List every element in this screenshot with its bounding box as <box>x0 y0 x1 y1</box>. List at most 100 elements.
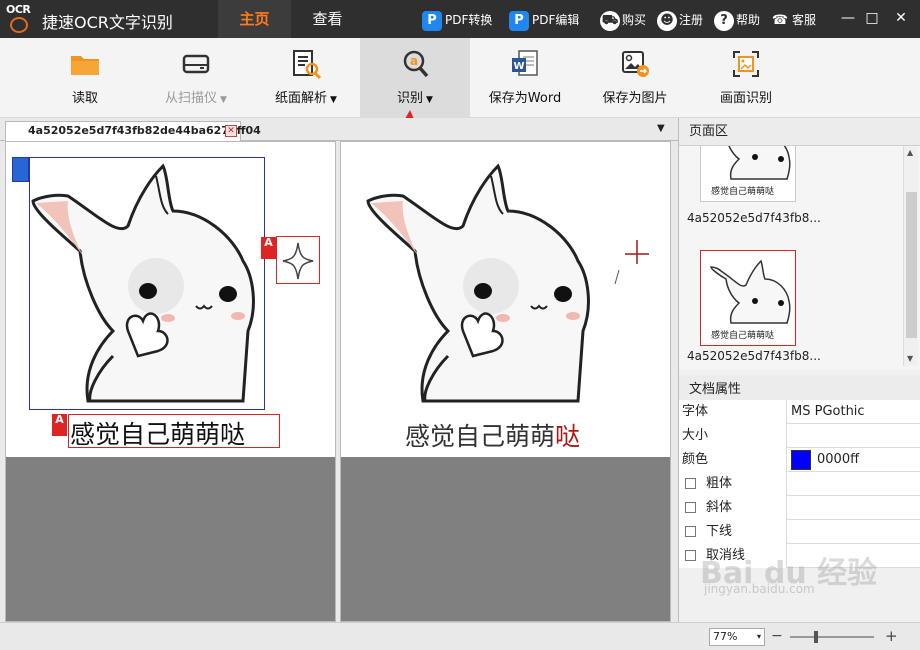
read-label: 读取 <box>71 91 98 106</box>
phone-icon: ☎ <box>771 12 789 28</box>
scroll-down-icon[interactable]: ▼ <box>907 354 913 363</box>
support-label: 客服 <box>792 13 817 27</box>
underline-checkbox[interactable] <box>685 526 696 537</box>
thumbnails-scrollbar[interactable]: ▲ ▼ <box>903 146 918 366</box>
bold-field: 粗体 <box>679 472 787 496</box>
color-row[interactable]: 颜色 0000ff <box>679 448 920 472</box>
text-region-icon[interactable]: A <box>261 237 276 259</box>
support-link[interactable]: ☎ 客服 <box>770 9 816 31</box>
tab-list-dropdown[interactable]: ▼ <box>657 123 665 134</box>
help-label: 帮助 <box>736 13 761 27</box>
watermark-url: jingyan.baidu.com <box>704 582 815 596</box>
page-thumbnail-caption: 4a52052e5d7f43fb8... <box>687 211 821 225</box>
pdf-convert-label: PDF转换 <box>445 13 493 27</box>
color-swatch[interactable] <box>791 449 811 470</box>
image-region-icon[interactable] <box>12 157 29 182</box>
save-word-button[interactable]: W 保存为Word <box>480 38 570 118</box>
close-icon[interactable]: ✕ <box>225 125 237 137</box>
svg-text:W: W <box>513 61 524 72</box>
italic-checkbox[interactable] <box>685 502 696 513</box>
word-icon: W <box>512 50 538 76</box>
paper-parse-label: 纸面解析 ▼ <box>275 91 337 106</box>
document-tab-strip: 4a52052e5d7f43fb82de44ba6270ff04 ✕ ▼ <box>0 118 678 141</box>
help-icon: ? <box>714 10 734 31</box>
scan-label: 从扫描仪 ▼ <box>165 91 227 106</box>
logo-circle-icon <box>10 17 28 33</box>
source-image-area[interactable]: A A 感觉自己萌萌哒 <box>6 142 335 457</box>
help-link[interactable]: ? 帮助 <box>714 9 760 31</box>
text-region-icon[interactable]: A <box>52 414 67 436</box>
properties-grid: 字体 MS PGothic 大小 颜色 0000ff 粗体 斜体 下线 取消线 <box>679 400 920 568</box>
document-tab[interactable]: 4a52052e5d7f43fb82de44ba6270ff04 ✕ <box>5 121 261 141</box>
italic-row[interactable]: 斜体 <box>679 496 920 520</box>
app-logo: OCR <box>6 3 34 35</box>
register-label: 注册 <box>679 13 704 27</box>
scrollbar-thumb[interactable] <box>906 192 917 338</box>
app-window: OCR 捷速OCR文字识别 主页 查看 P PDF转换 P PDF编辑 ⛟ 购买 ☻ 注… <box>0 0 920 650</box>
title-bar: OCR 捷速OCR文字识别 主页 查看 P PDF转换 P PDF编辑 ⛟ 购买 ☻ 注… <box>0 0 920 38</box>
page-thumbnail-2[interactable]: 感觉自己萌萌哒 <box>700 250 796 346</box>
bold-row[interactable]: 粗体 <box>679 472 920 496</box>
source-image-pane[interactable]: A A 感觉自己萌萌哒 <box>5 141 336 622</box>
buy-label: 购买 <box>622 13 647 27</box>
bold-label: 粗体 <box>706 476 733 491</box>
bold-checkbox[interactable] <box>685 478 696 489</box>
save-image-button[interactable]: 保存为图片 <box>588 38 682 118</box>
scan-button[interactable]: 从扫描仪 ▼ <box>150 38 242 118</box>
screen-recognize-button[interactable]: 画面识别 <box>708 38 784 118</box>
result-text-highlighted: 哒 <box>555 422 581 451</box>
pages-section-title: 页面区 <box>679 118 920 146</box>
side-panel: 页面区 感觉自己萌萌哒 4a52052e5d7f43fb8... 感觉自己萌萌哒… <box>678 118 920 622</box>
read-button[interactable]: 读取 <box>48 38 122 118</box>
document-search-icon <box>293 50 322 80</box>
recognize-button[interactable]: a 识别 ▼ <box>360 38 470 118</box>
color-label: 颜色 <box>679 448 787 472</box>
screen-capture-icon <box>733 51 759 77</box>
tab-view[interactable]: 查看 <box>291 0 364 38</box>
strike-checkbox[interactable] <box>685 550 696 561</box>
paper-parse-button[interactable]: 纸面解析 ▼ <box>262 38 350 118</box>
result-text-main: 感觉自己萌萌 <box>405 422 556 451</box>
underline-field: 下线 <box>679 520 787 544</box>
sparkle-icon <box>282 242 314 280</box>
page-thumbnails[interactable]: 感觉自己萌萌哒 4a52052e5d7f43fb8... 感觉自己萌萌哒 4a5… <box>679 146 920 370</box>
result-image-area[interactable]: 感觉自己萌萌哒 <box>341 142 670 457</box>
minimize-button[interactable]: — <box>838 8 858 28</box>
zoom-slider-handle[interactable] <box>814 631 818 643</box>
pdf-convert-link[interactable]: P PDF转换 <box>422 9 492 31</box>
chevron-down-icon: ▾ <box>756 632 761 641</box>
underline-row[interactable]: 下线 <box>679 520 920 544</box>
svg-text:a: a <box>410 54 418 68</box>
logo-text: OCR <box>6 3 31 16</box>
close-button[interactable]: ✕ <box>891 8 911 28</box>
maximize-button[interactable]: □ <box>862 8 882 28</box>
underline-label: 下线 <box>706 524 733 539</box>
save-word-label: 保存为Word <box>488 91 562 106</box>
font-row[interactable]: 字体 MS PGothic <box>679 400 920 424</box>
bunny-illustration <box>366 163 590 403</box>
user-icon: ☻ <box>657 10 677 31</box>
sparkle-region-box[interactable] <box>276 236 320 284</box>
cursor-crosshair-icon <box>614 240 649 285</box>
source-empty-area <box>6 457 335 621</box>
result-pane[interactable]: 感觉自己萌萌哒 <box>340 141 671 622</box>
ribbon-toolbar: 读取 从扫描仪 ▼ 纸面解析 ▼ a 识别 ▼ W 保存为Word 保存为图片 画面识… <box>0 38 920 118</box>
size-row[interactable]: 大小 <box>679 424 920 448</box>
zoom-slider[interactable] <box>790 631 874 643</box>
result-text[interactable]: 感觉自己萌萌哒 <box>405 417 580 453</box>
buy-link[interactable]: ⛟ 购买 <box>600 9 646 31</box>
cart-icon: ⛟ <box>600 10 620 31</box>
font-value[interactable]: MS PGothic <box>789 400 865 424</box>
zoom-out-button[interactable]: − <box>771 628 783 644</box>
pdf-edit-link[interactable]: P PDF编辑 <box>509 9 579 31</box>
zoom-in-button[interactable]: + <box>885 627 898 645</box>
zoom-select[interactable]: 77% ▾ <box>709 628 765 646</box>
image-region-box[interactable] <box>29 157 265 410</box>
register-link[interactable]: ☻ 注册 <box>657 9 703 31</box>
recognize-label: 识别 ▼ <box>397 91 433 106</box>
status-bar: 77% ▾ − + <box>0 622 920 650</box>
page-thumbnail-1[interactable]: 感觉自己萌萌哒 <box>700 146 796 202</box>
scroll-up-icon[interactable]: ▲ <box>907 148 913 157</box>
color-value[interactable]: 0000ff <box>789 448 859 472</box>
tab-home[interactable]: 主页 <box>218 0 291 38</box>
